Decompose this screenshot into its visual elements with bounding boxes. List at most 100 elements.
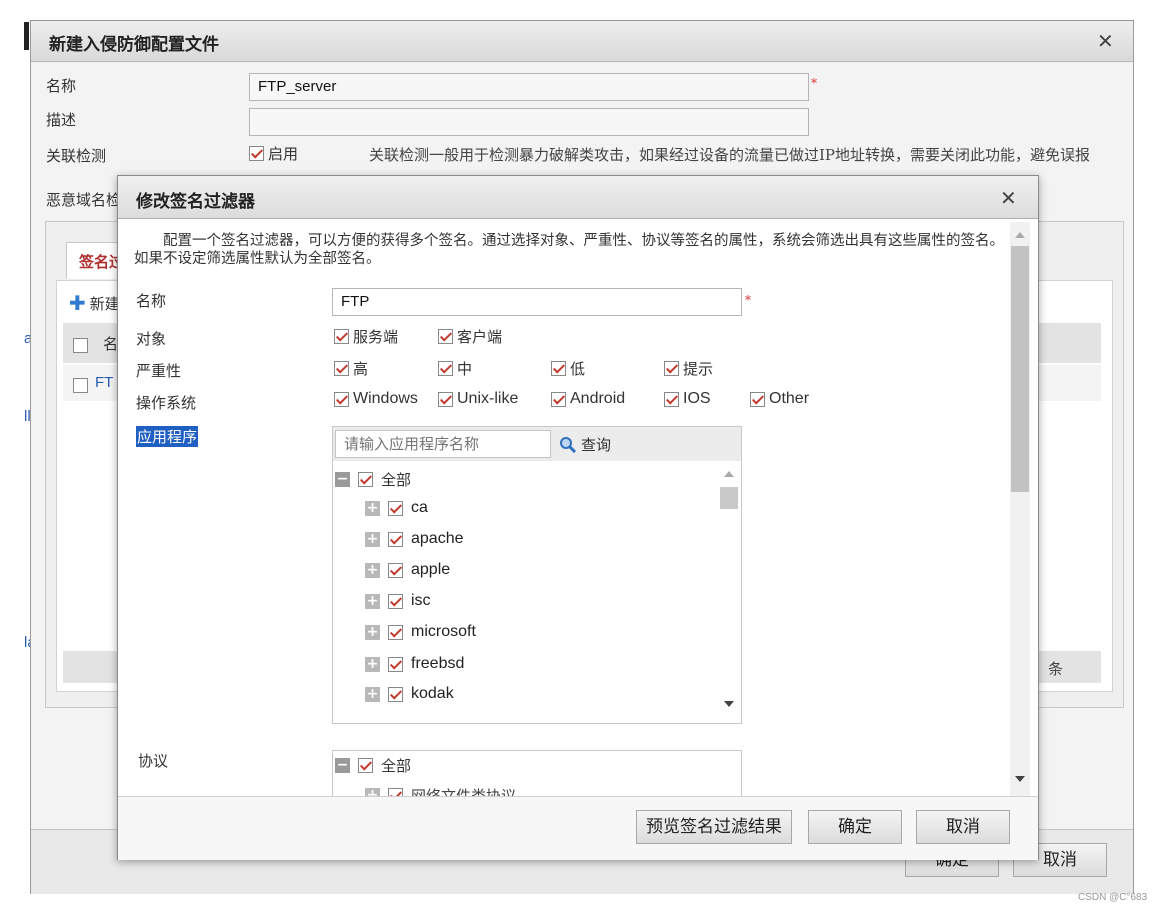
object-server-checkbox[interactable]: 服务端: [334, 326, 398, 347]
checkbox-icon[interactable]: [388, 656, 403, 672]
checkbox-icon: [664, 391, 679, 407]
checkbox-icon: [438, 391, 453, 407]
app-tree-root[interactable]: − 全部: [335, 469, 411, 490]
severity-low-checkbox[interactable]: 低: [551, 358, 585, 379]
filter-name-input[interactable]: FTP: [332, 288, 742, 316]
inner-dialog-title: 修改签名过滤器: [136, 192, 255, 212]
app-tree-item[interactable]: + isc: [365, 592, 431, 610]
plus-icon: ✚: [69, 291, 86, 315]
expand-icon[interactable]: +: [365, 656, 380, 672]
inner-ok-button[interactable]: 确定: [808, 810, 902, 844]
collapse-icon[interactable]: −: [335, 758, 350, 773]
required-mark: *: [811, 76, 817, 90]
checkbox-icon[interactable]: [358, 758, 373, 773]
filter-description: 配置一个签名过滤器，可以方便的获得多个签名。通过选择对象、严重性、协议等签名的属…: [134, 233, 1004, 267]
expand-icon[interactable]: +: [365, 788, 380, 796]
checkbox-icon: [334, 391, 349, 407]
expand-icon[interactable]: +: [365, 562, 380, 578]
profile-desc-input[interactable]: [249, 108, 809, 136]
collapse-icon[interactable]: −: [335, 472, 350, 487]
expand-icon[interactable]: +: [365, 531, 380, 547]
checkbox-icon: [750, 391, 765, 407]
table-header-name: 名: [103, 335, 119, 353]
checkbox-icon[interactable]: [358, 472, 373, 487]
row-checkbox[interactable]: [73, 377, 88, 393]
app-tree-item[interactable]: + microsoft: [365, 623, 476, 641]
severity-high-checkbox[interactable]: 高: [334, 358, 368, 379]
checkbox-icon: [551, 361, 566, 376]
scroll-up-arrow-icon[interactable]: [1015, 232, 1025, 238]
checkbox-icon[interactable]: [388, 500, 403, 516]
app-tree-item-label: apache: [411, 530, 464, 547]
object-client-label: 客户端: [457, 328, 503, 346]
severity-medium-checkbox[interactable]: 中: [438, 358, 472, 379]
severity-medium-label: 中: [457, 360, 473, 378]
severity-high-label: 高: [353, 360, 369, 378]
protocol-tree-box: − 全部 + 网络文件类协议: [332, 750, 742, 796]
protocol-label: 协议: [138, 752, 169, 770]
os-android-label: Android: [570, 390, 626, 407]
app-tree-box: 查询 − 全部 + ca + apache + apple + isc + microso…: [332, 426, 742, 724]
os-label: 操作系统: [136, 394, 197, 412]
app-tree-item[interactable]: + ca: [365, 499, 428, 517]
row-name-link[interactable]: FT: [95, 374, 113, 391]
inner-cancel-button[interactable]: 取消: [916, 810, 1010, 844]
os-windows-checkbox[interactable]: Windows: [334, 390, 418, 408]
os-android-checkbox[interactable]: Android: [551, 390, 625, 408]
checkbox-icon[interactable]: [388, 624, 403, 640]
select-all-checkbox[interactable]: [73, 337, 88, 353]
app-tree-scrollbar[interactable]: [719, 465, 739, 717]
expand-icon[interactable]: +: [365, 593, 380, 609]
os-other-label: Other: [769, 390, 810, 407]
app-search-input[interactable]: [335, 430, 551, 458]
expand-icon[interactable]: +: [365, 686, 380, 702]
severity-low-label: 低: [570, 360, 586, 378]
checkbox-icon[interactable]: [388, 593, 403, 609]
expand-icon[interactable]: +: [365, 624, 380, 640]
checkbox-icon: [334, 361, 349, 376]
scroll-down-arrow-icon[interactable]: [1015, 776, 1025, 782]
preview-filter-result-button[interactable]: 预览签名过滤结果: [636, 810, 792, 844]
checkbox-icon[interactable]: [388, 686, 403, 702]
app-tree-item[interactable]: + freebsd: [365, 655, 464, 673]
severity-info-checkbox[interactable]: 提示: [664, 358, 713, 379]
new-filter-button[interactable]: ✚ 新建: [69, 291, 120, 315]
app-tree-scroll-thumb[interactable]: [720, 487, 738, 509]
object-server-label: 服务端: [353, 328, 399, 346]
scroll-up-arrow-icon[interactable]: [724, 471, 734, 477]
app-tree-item[interactable]: + apple: [365, 561, 450, 579]
severity-info-label: 提示: [683, 360, 714, 378]
assoc-enable-checkbox[interactable]: 启用: [249, 143, 298, 164]
app-tree-item[interactable]: + kodak: [365, 685, 454, 703]
outer-close-icon[interactable]: ✕: [1097, 29, 1114, 53]
scroll-down-arrow-icon[interactable]: [724, 701, 734, 707]
os-unix-label: Unix-like: [457, 390, 519, 407]
inner-scroll-thumb[interactable]: [1011, 246, 1029, 492]
expand-icon[interactable]: +: [365, 500, 380, 516]
app-tree-item-label: apple: [411, 561, 451, 578]
checkbox-icon[interactable]: [388, 788, 403, 796]
inner-scrollbar[interactable]: [1010, 222, 1030, 796]
new-filter-label: 新建: [89, 294, 120, 313]
app-search-button[interactable]: 查询: [559, 434, 611, 455]
checkbox-icon[interactable]: [388, 562, 403, 578]
name-label: 名称: [46, 77, 77, 95]
object-client-checkbox[interactable]: 客户端: [438, 326, 502, 347]
protocol-tree-item[interactable]: + 网络文件类协议: [365, 785, 516, 796]
severity-label: 严重性: [136, 362, 182, 380]
edit-signature-filter-dialog: 修改签名过滤器 ✕ 配置一个签名过滤器，可以方便的获得多个签名。通过选择对象、严…: [117, 175, 1039, 860]
os-ios-label: IOS: [683, 390, 711, 407]
profile-name-input[interactable]: FTP_server: [249, 73, 809, 101]
os-ios-checkbox[interactable]: IOS: [664, 390, 711, 408]
os-unix-checkbox[interactable]: Unix-like: [438, 390, 518, 408]
desc-label: 描述: [46, 111, 77, 129]
protocol-tree-root[interactable]: − 全部: [335, 755, 411, 776]
footer-count-text: 条: [1048, 660, 1064, 678]
checkbox-icon[interactable]: [388, 531, 403, 547]
app-tree-item[interactable]: + apache: [365, 530, 464, 548]
inner-close-icon[interactable]: ✕: [1000, 186, 1017, 210]
object-label: 对象: [136, 330, 167, 348]
app-label: 应用程序: [136, 426, 199, 447]
os-other-checkbox[interactable]: Other: [750, 390, 809, 408]
app-tree-item-label: ca: [411, 499, 428, 516]
